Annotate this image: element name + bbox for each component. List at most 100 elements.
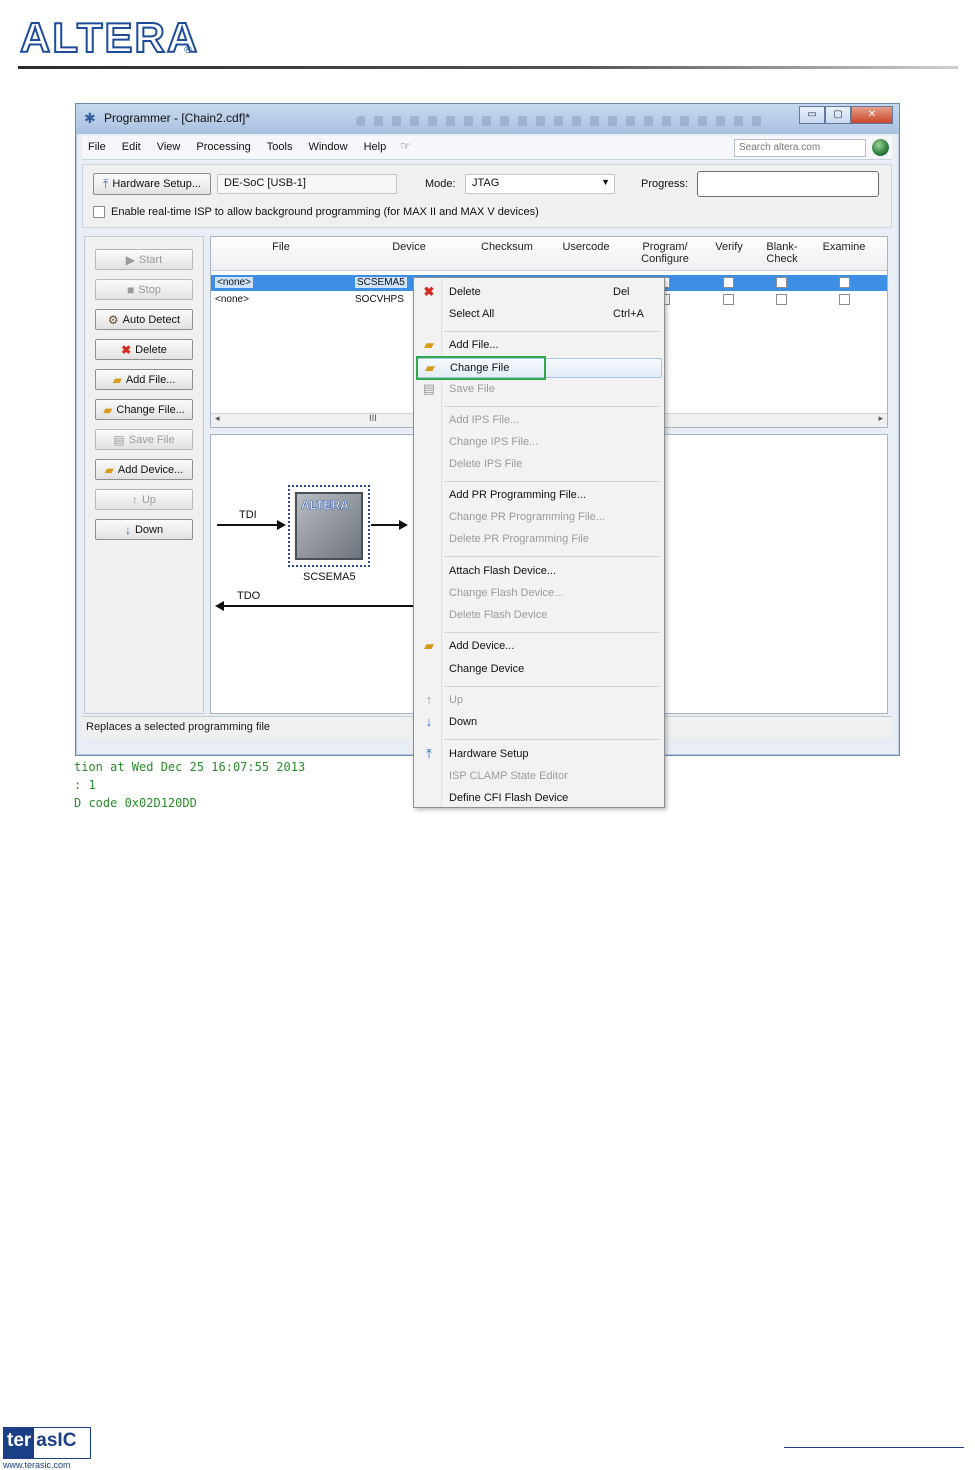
menu-item-label: Down xyxy=(449,716,478,728)
footer-divider xyxy=(784,1447,964,1448)
menu-item-label: Delete Flash Device xyxy=(449,609,548,621)
menu-item-add-pr-file[interactable]: Add PR Programming File... xyxy=(416,486,662,506)
menu-help[interactable]: Help xyxy=(364,141,387,153)
menu-item-label: Add Device... xyxy=(449,640,515,652)
mode-select[interactable]: JTAG ▼ xyxy=(465,174,615,194)
chip-name: SCSEMA5 xyxy=(303,571,356,583)
verify-checkbox[interactable] xyxy=(723,277,734,288)
col-blank-check[interactable]: Blank- Check xyxy=(761,241,803,265)
menu-item-delete-flash[interactable]: Delete Flash Device xyxy=(416,606,662,626)
menu-edit[interactable]: Edit xyxy=(122,141,141,153)
add-device-icon: ▰ xyxy=(104,462,114,477)
col-examine[interactable]: Examine xyxy=(821,241,867,253)
menu-item-hardware-setup[interactable]: ⤒ Hardware Setup xyxy=(416,745,662,765)
delete-x-icon: ✖ xyxy=(423,284,435,299)
tdi-arrow-head xyxy=(277,520,286,530)
maximize-button[interactable]: ▢ xyxy=(825,106,851,124)
menu-item-add-device[interactable]: ▰ Add Device... xyxy=(416,637,662,657)
menu-item-add-ips-file[interactable]: Add IPS File... xyxy=(416,411,662,431)
terasic-url: www.terasic.com xyxy=(3,1460,71,1470)
menu-item-label: Change PR Programming File... xyxy=(449,511,605,523)
menu-bar: File Edit View Processing Tools Window H… xyxy=(82,136,892,160)
down-label: Down xyxy=(134,523,164,536)
menu-item-label: Add File... xyxy=(449,339,499,351)
menu-tools[interactable]: Tools xyxy=(267,141,293,153)
console-line: tion at Wed Dec 25 16:07:55 2013 xyxy=(74,760,306,774)
auto-detect-label: Auto Detect xyxy=(122,313,181,326)
examine-checkbox[interactable] xyxy=(839,294,850,305)
menu-item-delete-pr-file[interactable]: Delete PR Programming File xyxy=(416,530,662,550)
save-file-button[interactable]: ▤ Save File xyxy=(95,429,193,450)
mode-label: Mode: xyxy=(425,178,456,190)
menu-separator xyxy=(444,632,660,633)
minimize-button[interactable]: ▭ xyxy=(799,106,825,124)
menu-item-select-all[interactable]: Select All Ctrl+A xyxy=(416,305,662,325)
menu-item-change-device[interactable]: Change Device xyxy=(416,660,662,680)
menu-item-attach-flash[interactable]: Attach Flash Device... xyxy=(416,562,662,582)
menu-item-define-cfi-flash[interactable]: Define CFI Flash Device xyxy=(416,789,662,809)
stop-button[interactable]: ■ Stop xyxy=(95,279,193,300)
menu-item-isp-clamp-editor[interactable]: ISP CLAMP State Editor xyxy=(416,767,662,787)
add-device-button[interactable]: ▰ Add Device... xyxy=(95,459,193,480)
menu-item-change-pr-file[interactable]: Change PR Programming File... xyxy=(416,508,662,528)
scroll-right-icon[interactable]: ▸ xyxy=(878,414,883,424)
stop-label: Stop xyxy=(138,283,161,296)
auto-detect-button[interactable]: ⚙ Auto Detect xyxy=(95,309,193,330)
close-button[interactable]: ✕ xyxy=(851,106,893,124)
menu-item-change-ips-file[interactable]: Change IPS File... xyxy=(416,433,662,453)
menu-item-delete-ips-file[interactable]: Delete IPS File xyxy=(416,455,662,475)
menu-item-label: ISP CLAMP State Editor xyxy=(449,770,568,782)
scroll-thumb-grip[interactable]: III xyxy=(369,414,377,424)
col-program-configure[interactable]: Program/ Configure xyxy=(635,241,695,265)
down-button[interactable]: ↓ Down xyxy=(95,519,193,540)
menu-item-label: Add IPS File... xyxy=(449,414,520,426)
col-checksum[interactable]: Checksum xyxy=(481,241,533,253)
menu-processing[interactable]: Processing xyxy=(196,141,250,153)
up-button[interactable]: ↑ Up xyxy=(95,489,193,510)
title-bar[interactable]: ✱ Programmer - [Chain2.cdf]* ▭ ▢ ✕ xyxy=(76,104,899,134)
help-pointer-icon[interactable]: ☞ xyxy=(400,139,411,153)
scroll-left-icon[interactable]: ◂ xyxy=(215,414,220,424)
hardware-setup-button[interactable]: ⤒ Hardware Setup... xyxy=(93,173,211,195)
blank-check-checkbox[interactable] xyxy=(776,294,787,305)
menu-item-delete[interactable]: ✖ Delete Del xyxy=(416,283,662,303)
tdo-arrow xyxy=(223,605,423,607)
start-button[interactable]: ▶ Start xyxy=(95,249,193,270)
menu-item-change-flash[interactable]: Change Flash Device... xyxy=(416,584,662,604)
menu-item-add-file[interactable]: ▰ Add File... xyxy=(416,336,662,356)
add-file-icon: ▰ xyxy=(424,337,434,352)
menu-item-save-file[interactable]: ▤ Save File xyxy=(416,380,662,400)
col-device[interactable]: Device xyxy=(389,241,429,253)
change-file-button[interactable]: ▰ Change File... xyxy=(95,399,193,420)
registered-mark: ® xyxy=(183,45,193,56)
verify-checkbox[interactable] xyxy=(723,294,734,305)
menu-item-down[interactable]: ↓ Down xyxy=(416,713,662,733)
delete-button[interactable]: ✖ Delete xyxy=(95,339,193,360)
col-file[interactable]: File xyxy=(271,241,291,253)
altera-logo: ALTERA xyxy=(19,14,200,61)
menu-separator xyxy=(444,556,660,557)
programmer-app-icon: ✱ xyxy=(84,111,96,127)
stop-icon: ■ xyxy=(127,282,135,297)
chip-output-arrow xyxy=(371,524,399,526)
menu-item-up[interactable]: ↑ Up xyxy=(416,691,662,711)
device-chip-scsema5[interactable]: ALTERA xyxy=(288,485,370,567)
col-usercode[interactable]: Usercode xyxy=(561,241,611,253)
hardware-setup-icon: ⤒ xyxy=(103,176,109,191)
change-file-label: Change File... xyxy=(116,403,185,416)
col-verify[interactable]: Verify xyxy=(711,241,747,253)
search-input[interactable]: Search altera.com xyxy=(734,139,866,157)
menu-window[interactable]: Window xyxy=(308,141,347,153)
menu-view[interactable]: View xyxy=(157,141,181,153)
menu-item-label: Change Flash Device... xyxy=(449,587,564,599)
menu-item-label: Up xyxy=(449,694,464,706)
menu-item-label: Select All xyxy=(449,308,495,320)
chip-logo: ALTERA xyxy=(301,498,349,513)
menu-file[interactable]: File xyxy=(88,141,106,153)
add-file-button[interactable]: ▰ Add File... xyxy=(95,369,193,390)
examine-checkbox[interactable] xyxy=(839,277,850,288)
globe-icon[interactable] xyxy=(872,139,889,156)
blank-check-checkbox[interactable] xyxy=(776,277,787,288)
menu-item-label: Delete xyxy=(449,286,481,298)
isp-checkbox[interactable] xyxy=(93,206,105,218)
